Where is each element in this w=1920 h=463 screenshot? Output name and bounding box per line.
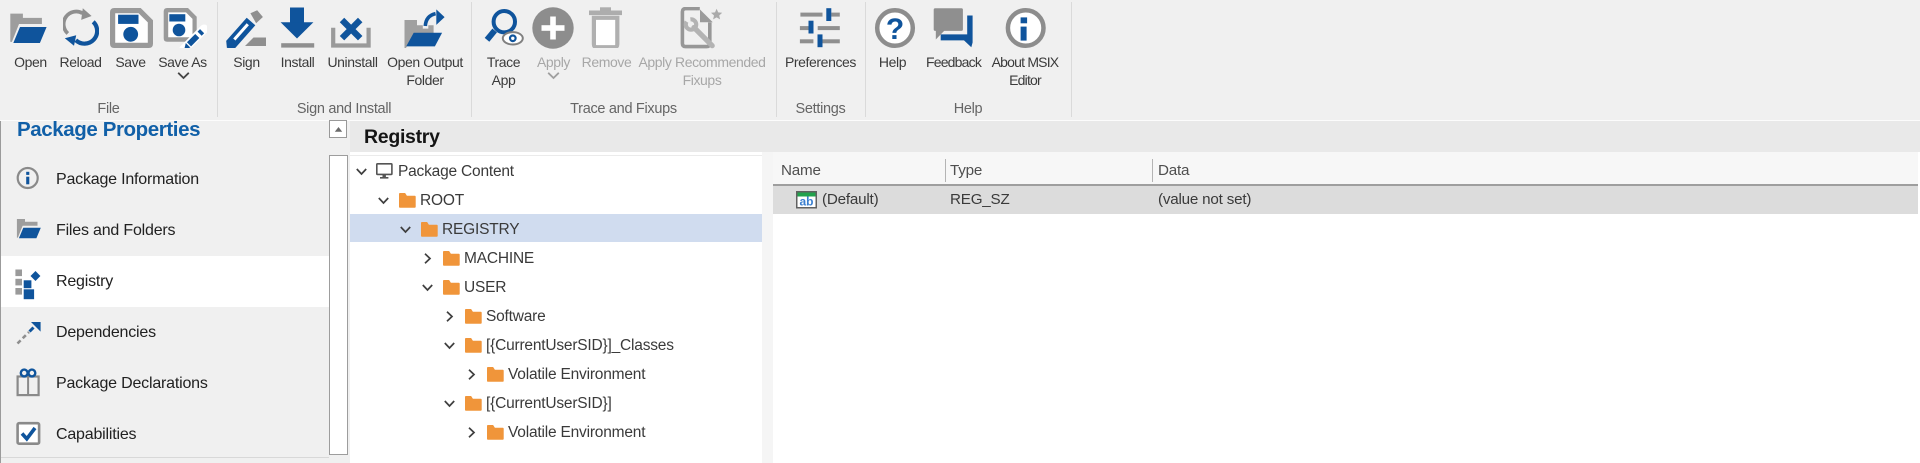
svg-text:ab: ab (799, 195, 813, 209)
svg-text:?: ? (886, 13, 904, 46)
